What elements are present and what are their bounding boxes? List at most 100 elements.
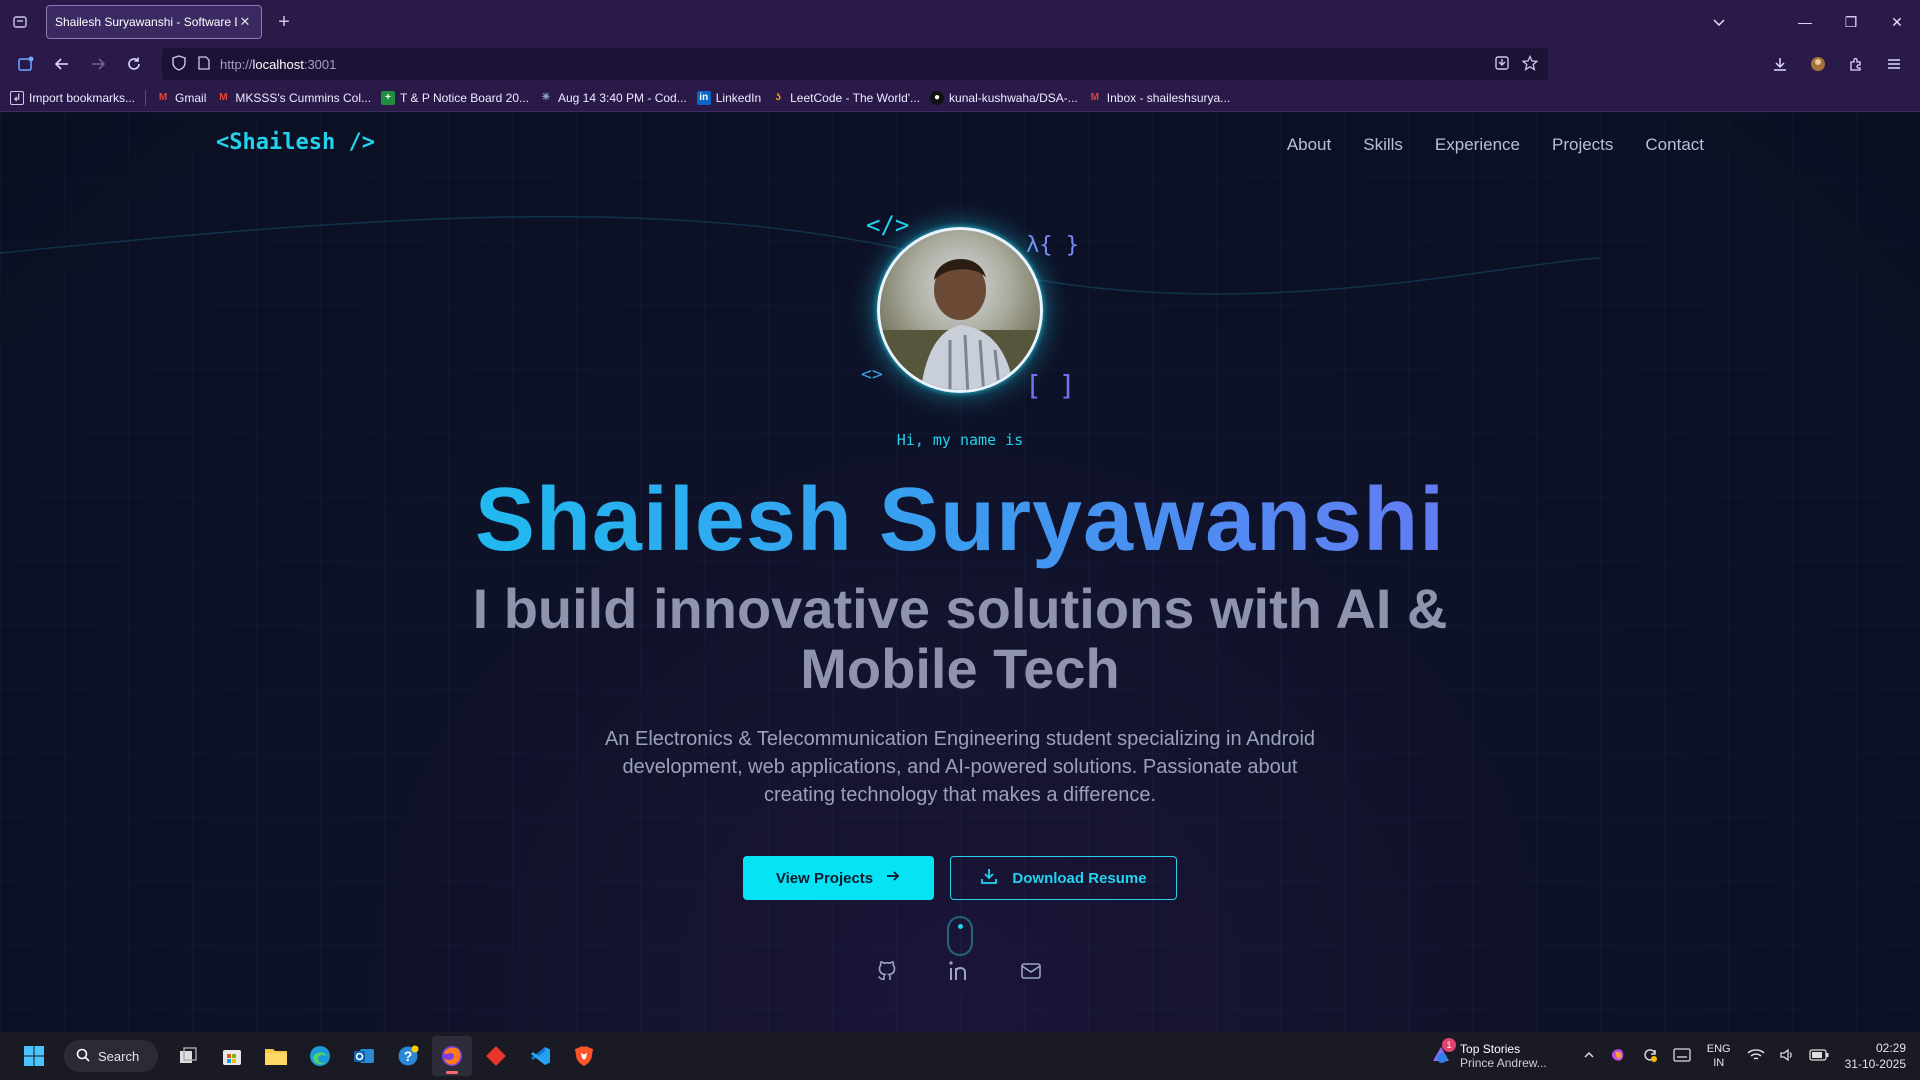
downloads-icon[interactable]: [1762, 48, 1798, 80]
firefox-icon[interactable]: [432, 1036, 472, 1076]
download-resume-button[interactable]: Download Resume: [950, 856, 1177, 900]
linkedin-icon[interactable]: [945, 957, 973, 985]
bookmark-label: Gmail: [175, 90, 207, 105]
page-info-icon[interactable]: [198, 55, 210, 73]
url-host: localhost: [252, 56, 304, 72]
code-tag-decoration: </>: [866, 211, 910, 239]
bookmark-label: Inbox - shaileshsurya...: [1106, 90, 1231, 105]
bookmark-item[interactable]: M Inbox - shaileshsurya...: [1088, 90, 1231, 105]
download-icon: [980, 867, 998, 889]
square-bracket-decoration: [ ]: [1025, 369, 1076, 402]
bookmark-star-icon[interactable]: [1521, 54, 1539, 74]
lang-bottom: IN: [1713, 1057, 1725, 1069]
nav-projects[interactable]: Projects: [1552, 135, 1613, 155]
bookmark-label: LinkedIn: [715, 90, 762, 105]
extensions-icon[interactable]: [1838, 48, 1874, 80]
nav-skills[interactable]: Skills: [1363, 135, 1403, 155]
view-projects-button[interactable]: View Projects: [743, 856, 934, 900]
nav-experience[interactable]: Experience: [1435, 135, 1520, 155]
quick-settings[interactable]: [1747, 1048, 1829, 1065]
nav-about[interactable]: About: [1287, 135, 1331, 155]
bookmark-item[interactable]: in LinkedIn: [696, 90, 762, 105]
bookmark-item[interactable]: ✳ Aug 14 3:40 PM - Cod...: [539, 91, 687, 105]
git-tool-icon[interactable]: [476, 1036, 516, 1076]
browser-tab-active[interactable]: Shailesh Suryawanshi - Software De ✕: [46, 5, 262, 39]
sync-icon[interactable]: [1641, 1046, 1659, 1067]
vscode-icon[interactable]: [520, 1036, 560, 1076]
minimize-icon[interactable]: —: [1782, 0, 1828, 44]
profile-avatar: [877, 227, 1043, 393]
linkedin-icon: in: [696, 90, 711, 105]
taskbar-search[interactable]: Search: [64, 1040, 158, 1072]
arrow-right-icon: [885, 868, 901, 888]
mail-icon[interactable]: [1017, 957, 1045, 985]
bookmark-item[interactable]: M MKSSS's Cummins Col...: [216, 91, 371, 105]
nav-contact[interactable]: Contact: [1645, 135, 1704, 155]
copilot-icon[interactable]: [1609, 1046, 1627, 1067]
gmail-icon: M: [158, 91, 168, 103]
import-icon: ↲: [10, 90, 24, 105]
url-text: http://localhost:3001: [220, 57, 336, 72]
browser-nav-bar: http://localhost:3001: [0, 44, 1920, 84]
close-tab-icon[interactable]: ✕: [237, 14, 253, 30]
tab-overflow-chevron-icon[interactable]: [1696, 0, 1742, 44]
sheets-icon: +: [381, 90, 396, 105]
language-indicator[interactable]: ENG IN: [1707, 1042, 1731, 1070]
bookmark-item[interactable]: ● kunal-kushwaha/DSA-...: [930, 90, 1078, 105]
bookmark-label: Aug 14 3:40 PM - Cod...: [558, 90, 687, 105]
download-resume-label: Download Resume: [1012, 869, 1147, 887]
bookmark-label: kunal-kushwaha/DSA-...: [949, 90, 1078, 105]
system-tray: [1583, 1046, 1691, 1067]
windows-start-icon[interactable]: [14, 1036, 54, 1076]
leetcode-icon: ʖ: [775, 91, 781, 103]
get-help-icon[interactable]: ?: [388, 1036, 428, 1076]
restore-icon[interactable]: ❐: [1828, 0, 1874, 44]
reload-icon[interactable]: [116, 48, 152, 80]
save-to-pocket-icon[interactable]: [1494, 55, 1510, 74]
gmail-icon: M: [1090, 91, 1099, 103]
back-icon[interactable]: [44, 48, 80, 80]
battery-icon: [1808, 1048, 1829, 1064]
site-logo[interactable]: <Shailesh />: [216, 130, 375, 155]
portfolio-page: <Shailesh /> About Skills Experience Pro…: [0, 113, 1920, 1032]
svg-text:?: ?: [404, 1048, 413, 1064]
task-view-icon[interactable]: [168, 1036, 208, 1076]
keyboard-icon[interactable]: [1673, 1047, 1691, 1065]
sidebar-toggle-icon[interactable]: [8, 48, 44, 80]
news-title: Top Stories: [1460, 1042, 1521, 1056]
hero-description: An Electronics & Telecommunication Engin…: [604, 728, 1316, 806]
clock-date: 31-10-2025: [1844, 1057, 1906, 1071]
microsoft-store-icon[interactable]: [212, 1036, 252, 1076]
news-widget[interactable]: 1 Top Stories Prince Andrew...: [1430, 1037, 1547, 1070]
url-port: :3001: [303, 56, 337, 72]
bookmark-item[interactable]: M Gmail: [156, 90, 207, 105]
lang-top: ENG: [1706, 1043, 1731, 1055]
tab-list-icon[interactable]: [0, 0, 40, 44]
system-clock[interactable]: 02:29 31-10-2025: [1845, 1040, 1906, 1072]
forward-icon[interactable]: [80, 48, 116, 80]
hero-name: Shailesh Suryawanshi: [0, 469, 1920, 572]
news-badge: 1: [1442, 1037, 1457, 1052]
github-icon[interactable]: [873, 957, 901, 985]
lambda-decoration: λ{ }: [1026, 233, 1079, 258]
account-avatar-icon[interactable]: [1800, 48, 1836, 80]
close-window-icon[interactable]: ✕: [1874, 0, 1920, 44]
file-explorer-icon[interactable]: [256, 1036, 296, 1076]
brave-icon[interactable]: [564, 1036, 604, 1076]
shield-icon[interactable]: [172, 54, 186, 74]
bookmark-label: LeetCode - The World'...: [790, 90, 921, 105]
outlook-icon[interactable]: [344, 1036, 384, 1076]
new-tab-icon[interactable]: +: [266, 5, 302, 39]
hero-tagline: I build innovative solutions with AI & M…: [472, 577, 1448, 700]
volume-icon: [1779, 1048, 1795, 1065]
bookmark-item[interactable]: + T & P Notice Board 20...: [381, 90, 529, 105]
windows-taskbar: Search ? 1 Top Stories Prince Andrew... …: [0, 1032, 1920, 1080]
edge-icon[interactable]: [300, 1036, 340, 1076]
address-bar[interactable]: http://localhost:3001: [162, 48, 1548, 80]
menu-icon[interactable]: [1876, 48, 1912, 80]
code-icon: ✳: [541, 91, 551, 103]
chevron-up-icon[interactable]: [1583, 1049, 1595, 1064]
bookmark-label: Import bookmarks...: [29, 90, 136, 105]
bookmark-item[interactable]: ʖ LeetCode - The World'...: [771, 91, 920, 105]
bookmark-item[interactable]: ↲ Import bookmarks...: [10, 90, 136, 105]
